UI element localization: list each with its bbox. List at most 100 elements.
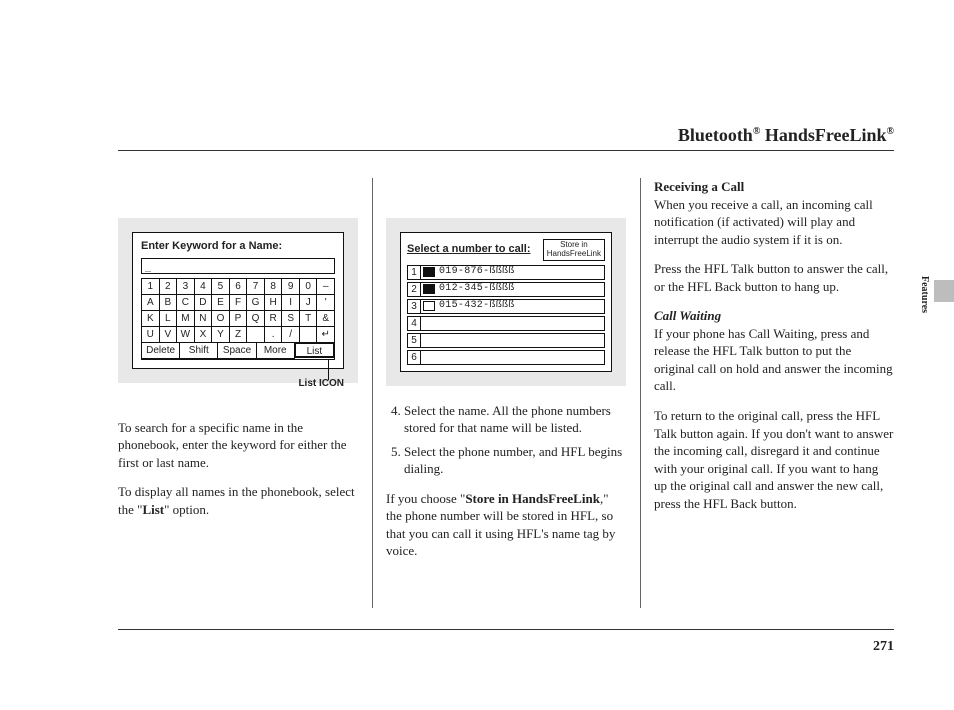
text-span: If you choose " bbox=[386, 491, 465, 506]
mobile-icon bbox=[423, 267, 435, 277]
number-row-2[interactable]: 2 012-345-ßßßß bbox=[407, 282, 605, 297]
key-8[interactable]: 8 bbox=[265, 279, 283, 295]
delete-button[interactable]: Delete bbox=[142, 343, 180, 359]
page-number: 271 bbox=[873, 639, 894, 655]
key-t[interactable]: T bbox=[300, 311, 318, 327]
key-dash[interactable]: – bbox=[317, 279, 334, 295]
key-y[interactable]: Y bbox=[212, 327, 230, 343]
key-h[interactable]: H bbox=[265, 295, 283, 311]
key-apostrophe[interactable]: ' bbox=[317, 295, 334, 311]
number-row-5[interactable]: 5 bbox=[407, 333, 605, 348]
keyboard-screen: Enter Keyword for a Name: _ 1 2 3 4 5 6 … bbox=[132, 232, 344, 369]
key-ampersand[interactable]: & bbox=[317, 311, 334, 327]
row-value: 015-432-ßßßß bbox=[421, 299, 605, 314]
number-row-6[interactable]: 6 bbox=[407, 350, 605, 365]
row-value: 012-345-ßßßß bbox=[421, 282, 605, 297]
key-4[interactable]: 4 bbox=[195, 279, 213, 295]
key-3[interactable]: 3 bbox=[177, 279, 195, 295]
key-d[interactable]: D bbox=[195, 295, 213, 311]
list-button[interactable]: List bbox=[294, 342, 335, 358]
key-k[interactable]: K bbox=[142, 311, 160, 327]
key-z[interactable]: Z bbox=[230, 327, 248, 343]
step-4: Select the name. All the phone numbers s… bbox=[404, 402, 626, 437]
row-index: 1 bbox=[407, 265, 421, 280]
call-waiting-heading: Call Waiting bbox=[654, 308, 721, 323]
row-index: 3 bbox=[407, 299, 421, 314]
key-s[interactable]: S bbox=[282, 311, 300, 327]
keyboard-bottom-row: Delete Shift Space More List bbox=[141, 343, 335, 360]
thumb-tab bbox=[934, 280, 954, 302]
key-n[interactable]: N bbox=[195, 311, 213, 327]
page-title: Bluetooth® HandsFreeLink® bbox=[678, 125, 894, 146]
key-o[interactable]: O bbox=[212, 311, 230, 327]
call-waiting-paragraph: Call Waiting If your phone has Call Wait… bbox=[654, 307, 894, 395]
home-icon bbox=[423, 301, 435, 311]
phone-number: 015-432-ßßßß bbox=[439, 299, 515, 313]
key-9[interactable]: 9 bbox=[282, 279, 300, 295]
number-row-1[interactable]: 1 019-876-ßßßß bbox=[407, 265, 605, 280]
key-a[interactable]: A bbox=[142, 295, 160, 311]
key-v[interactable]: V bbox=[160, 327, 178, 343]
phone-number: 019-876-ßßßß bbox=[439, 265, 515, 279]
store-in-hfl-button[interactable]: Store in HandsFreeLink bbox=[543, 239, 605, 261]
list-icon-callout: List ICON bbox=[298, 377, 344, 391]
phone-number: 012-345-ßßßß bbox=[439, 282, 515, 296]
row-index: 6 bbox=[407, 350, 421, 365]
row-value: 019-876-ßßßß bbox=[421, 265, 605, 280]
number-row-4[interactable]: 4 bbox=[407, 316, 605, 331]
row-index: 4 bbox=[407, 316, 421, 331]
row-value bbox=[421, 350, 605, 365]
key-period[interactable]: . bbox=[265, 327, 283, 343]
text-span: " option. bbox=[164, 502, 209, 517]
key-7[interactable]: 7 bbox=[247, 279, 265, 295]
key-q[interactable]: Q bbox=[247, 311, 265, 327]
key-enter-icon[interactable]: ↵ bbox=[317, 327, 334, 343]
column-2: Select a number to call: Store in HandsF… bbox=[372, 178, 626, 572]
column-1: Enter Keyword for a Name: _ 1 2 3 4 5 6 … bbox=[118, 178, 358, 572]
key-0[interactable]: 0 bbox=[300, 279, 318, 295]
key-1[interactable]: 1 bbox=[142, 279, 160, 295]
space-button[interactable]: Space bbox=[218, 343, 256, 359]
col3-paragraph-4: To return to the original call, press th… bbox=[654, 407, 894, 512]
key-slash[interactable]: / bbox=[282, 327, 300, 343]
key-p[interactable]: P bbox=[230, 311, 248, 327]
registered-mark-icon: ® bbox=[887, 126, 894, 137]
key-c[interactable]: C bbox=[177, 295, 195, 311]
text-span: When you receive a call, an incoming cal… bbox=[654, 197, 873, 247]
text-span: If your phone has Call Waiting, press an… bbox=[654, 326, 893, 394]
key-i[interactable]: I bbox=[282, 295, 300, 311]
receiving-call-heading: Receiving a Call bbox=[654, 179, 744, 194]
keyword-input[interactable]: _ bbox=[141, 258, 335, 274]
number-list-screenshot: Select a number to call: Store in HandsF… bbox=[386, 218, 626, 386]
key-m[interactable]: M bbox=[177, 311, 195, 327]
key-e[interactable]: E bbox=[212, 295, 230, 311]
more-button[interactable]: More bbox=[257, 343, 295, 359]
key-l[interactable]: L bbox=[160, 311, 178, 327]
key-blank[interactable] bbox=[247, 327, 265, 343]
row-index: 5 bbox=[407, 333, 421, 348]
instruction-steps: Select the name. All the phone numbers s… bbox=[386, 402, 626, 478]
bold-list-word: List bbox=[142, 502, 164, 517]
key-blank2[interactable] bbox=[300, 327, 318, 343]
col2-store-paragraph: If you choose "Store in HandsFreeLink," … bbox=[386, 490, 626, 560]
key-b[interactable]: B bbox=[160, 295, 178, 311]
receiving-call-paragraph: Receiving a Call When you receive a call… bbox=[654, 178, 894, 248]
keyboard-key-grid: 1 2 3 4 5 6 7 8 9 0 – bbox=[141, 278, 335, 343]
number-row-3[interactable]: 3 015-432-ßßßß bbox=[407, 299, 605, 314]
key-j[interactable]: J bbox=[300, 295, 318, 311]
key-f[interactable]: F bbox=[230, 295, 248, 311]
content-columns: Enter Keyword for a Name: _ 1 2 3 4 5 6 … bbox=[118, 178, 894, 572]
key-2[interactable]: 2 bbox=[160, 279, 178, 295]
key-6[interactable]: 6 bbox=[230, 279, 248, 295]
col3-paragraph-2: Press the HFL Talk button to answer the … bbox=[654, 260, 894, 295]
key-u[interactable]: U bbox=[142, 327, 160, 343]
key-w[interactable]: W bbox=[177, 327, 195, 343]
title-word-2: HandsFreeLink bbox=[760, 125, 886, 145]
key-g[interactable]: G bbox=[247, 295, 265, 311]
key-x[interactable]: X bbox=[195, 327, 213, 343]
key-5[interactable]: 5 bbox=[212, 279, 230, 295]
text-span: HandsFreeLink bbox=[547, 250, 601, 259]
manual-page: Bluetooth® HandsFreeLink® Features Enter… bbox=[0, 0, 954, 710]
key-r[interactable]: R bbox=[265, 311, 283, 327]
shift-button[interactable]: Shift bbox=[180, 343, 218, 359]
